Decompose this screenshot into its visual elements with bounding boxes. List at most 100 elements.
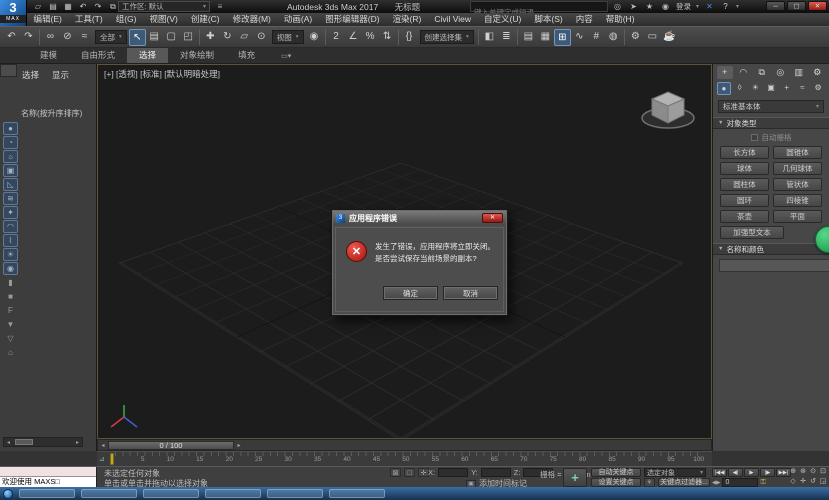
taskbar-button-5[interactable] xyxy=(329,489,385,498)
text-plus-button[interactable]: 加强型文本 xyxy=(720,226,784,239)
funnel-dark-icon[interactable]: ▼ xyxy=(3,318,18,331)
previous-key-icon[interactable]: ◂ xyxy=(98,442,108,449)
time-marker[interactable] xyxy=(110,453,114,465)
go-to-start-button[interactable]: |◀◀ xyxy=(712,468,727,477)
menu-item-4[interactable]: 创建(C) xyxy=(184,13,226,26)
set-key-button[interactable]: 设置关键点 xyxy=(591,478,641,487)
box2-icon[interactable]: ■ xyxy=(3,290,18,303)
render-setup-icon[interactable]: ⚙ xyxy=(627,29,644,46)
set-keys-button[interactable]: + xyxy=(563,468,587,487)
spinner-snap-icon[interactable]: ⇅ xyxy=(379,29,396,46)
cameras-category-icon[interactable]: ▣ xyxy=(764,82,778,95)
window-crossing-icon[interactable]: ◰ xyxy=(180,29,197,46)
track-bar[interactable]: ⊿ 51015202530354045505560657075808590951… xyxy=(97,451,712,466)
isolate-selection-icon[interactable]: ⊠ xyxy=(390,468,401,477)
mirror-icon[interactable]: ◧ xyxy=(481,29,498,46)
helpers-category-icon[interactable]: + xyxy=(780,82,794,95)
folder-icon[interactable]: ⌂ xyxy=(3,346,18,359)
auto-key-button[interactable]: 自动关键点 xyxy=(591,468,641,477)
redo-icon[interactable]: ↷ xyxy=(92,1,104,12)
undo-icon[interactable]: ↶ xyxy=(77,1,89,12)
menu-item-3[interactable]: 视图(V) xyxy=(143,13,184,26)
scroll-left-icon[interactable]: ◂ xyxy=(4,439,13,446)
taskbar-button-4[interactable] xyxy=(267,489,323,498)
filter-geometry-icon[interactable]: ● xyxy=(3,122,18,135)
named-selection-sets-dropdown[interactable]: 创建选择集▾ xyxy=(420,30,474,44)
zoom-all-icon[interactable]: ⊛ xyxy=(798,467,808,477)
explorer-mini-tab[interactable] xyxy=(0,64,17,77)
selection-filter-dropdown[interactable]: 全部▾ xyxy=(95,30,127,44)
next-frame-button[interactable]: |▶ xyxy=(760,468,775,477)
material-editor-icon[interactable]: ◍ xyxy=(605,29,622,46)
primitive-button-8[interactable]: 茶壶 xyxy=(720,210,769,223)
pan-icon[interactable]: ✛ xyxy=(798,477,808,487)
modify-tab-icon[interactable]: ◠ xyxy=(736,66,752,79)
menu-item-9[interactable]: Civil View xyxy=(428,13,478,26)
object-name-input[interactable] xyxy=(719,259,829,272)
explorer-scrollbar[interactable]: ◂ ▸ xyxy=(3,437,83,447)
filter-spacewarps-icon[interactable]: ≋ xyxy=(3,192,18,205)
cancel-button[interactable]: 取消 xyxy=(443,286,498,300)
menu-item-5[interactable]: 修改器(M) xyxy=(226,13,277,26)
previous-frame-button[interactable]: ◀| xyxy=(728,468,743,477)
filter-containers-icon[interactable]: ☀ xyxy=(3,248,18,261)
undo-icon[interactable]: ↶ xyxy=(3,29,20,46)
ribbon-tab-4[interactable]: 填充 xyxy=(226,48,267,63)
save-file-icon[interactable]: ▦ xyxy=(62,1,74,12)
select-and-link-icon[interactable]: ∞ xyxy=(42,29,59,46)
frame-left-icon[interactable]: ◀▶ xyxy=(712,480,720,486)
render-icon[interactable]: ☕ xyxy=(661,29,678,46)
key-mode-icon[interactable]: ⚿ xyxy=(760,479,765,487)
menu-item-13[interactable]: 帮助(H) xyxy=(599,13,641,26)
snap-toggle-icon[interactable]: 2 xyxy=(328,29,345,46)
taskbar-button-1[interactable] xyxy=(81,489,137,498)
filter-materials-icon[interactable]: ◉ xyxy=(3,262,18,275)
object-type-rollout[interactable]: ▼ 对象类型 xyxy=(713,117,829,129)
display-tab-icon[interactable]: ▥ xyxy=(791,66,807,79)
redo-icon[interactable]: ↷ xyxy=(20,29,37,46)
dialog-title-bar[interactable]: 3 应用程序错误 ✕ xyxy=(333,211,506,225)
systems-category-icon[interactable]: ⚙ xyxy=(811,82,825,95)
explorer-column-header[interactable]: 名称(按升序排序) xyxy=(21,108,82,119)
select-and-rotate-icon[interactable]: ↻ xyxy=(219,29,236,46)
close-button[interactable]: ✕ xyxy=(808,1,827,11)
orbit-icon[interactable]: ↺ xyxy=(808,477,818,487)
schematic-view-icon[interactable]: # xyxy=(588,29,605,46)
3ds-max-logo[interactable]: 3 MAX xyxy=(0,0,27,26)
primitive-button-9[interactable]: 平面 xyxy=(773,210,822,223)
zoom-extents-icon[interactable]: ⊙ xyxy=(808,467,818,477)
lights-category-icon[interactable]: ☀ xyxy=(748,82,762,95)
scroll-right-icon[interactable]: ▸ xyxy=(73,439,82,446)
layer-manager-icon[interactable]: ▤ xyxy=(520,29,537,46)
primitive-button-4[interactable]: 圆柱体 xyxy=(720,178,769,191)
filter-bones-icon[interactable]: ⌇ xyxy=(3,234,18,247)
menu-item-1[interactable]: 工具(T) xyxy=(68,13,109,26)
taskbar-button-0[interactable] xyxy=(19,489,75,498)
funnel-icon[interactable]: ▽ xyxy=(3,332,18,345)
taskbar-button-3[interactable] xyxy=(205,489,261,498)
primitive-button-5[interactable]: 管状体 xyxy=(773,178,822,191)
scroll-thumb[interactable] xyxy=(15,439,33,445)
spacewarps-category-icon[interactable]: ≈ xyxy=(796,82,810,95)
next-key-icon[interactable]: ▸ xyxy=(234,442,244,449)
angle-snap-icon[interactable]: ∠ xyxy=(345,29,362,46)
curve-editor-icon[interactable]: ∿ xyxy=(571,29,588,46)
select-object-icon[interactable]: ↖ xyxy=(129,29,146,46)
zoom-icon[interactable]: ⊕ xyxy=(788,467,798,477)
primitive-button-6[interactable]: 圆环 xyxy=(720,194,769,207)
use-pivot-center-icon[interactable]: ◉ xyxy=(306,29,323,46)
percent-snap-icon[interactable]: % xyxy=(362,29,379,46)
help-icon[interactable]: ? xyxy=(720,2,731,11)
filter-helpers-icon[interactable]: ◺ xyxy=(3,178,18,191)
utilities-tab-icon[interactable]: ⚙ xyxy=(810,66,826,79)
frame-number-field[interactable]: 0 xyxy=(722,478,758,487)
graphite-ribbon-icon[interactable]: ▦ xyxy=(537,29,554,46)
filter-xrefs-icon[interactable]: ◠ xyxy=(3,220,18,233)
minimize-button[interactable]: ─ xyxy=(766,1,785,11)
scene-explorer-icon[interactable]: ⊞ xyxy=(554,29,571,46)
filter-groups-icon[interactable]: ✦ xyxy=(3,206,18,219)
primitive-button-1[interactable]: 圆锥体 xyxy=(773,146,822,159)
taskbar-button-2[interactable] xyxy=(143,489,199,498)
align-icon[interactable]: ≣ xyxy=(498,29,515,46)
rectangular-selection-icon[interactable]: ▢ xyxy=(163,29,180,46)
